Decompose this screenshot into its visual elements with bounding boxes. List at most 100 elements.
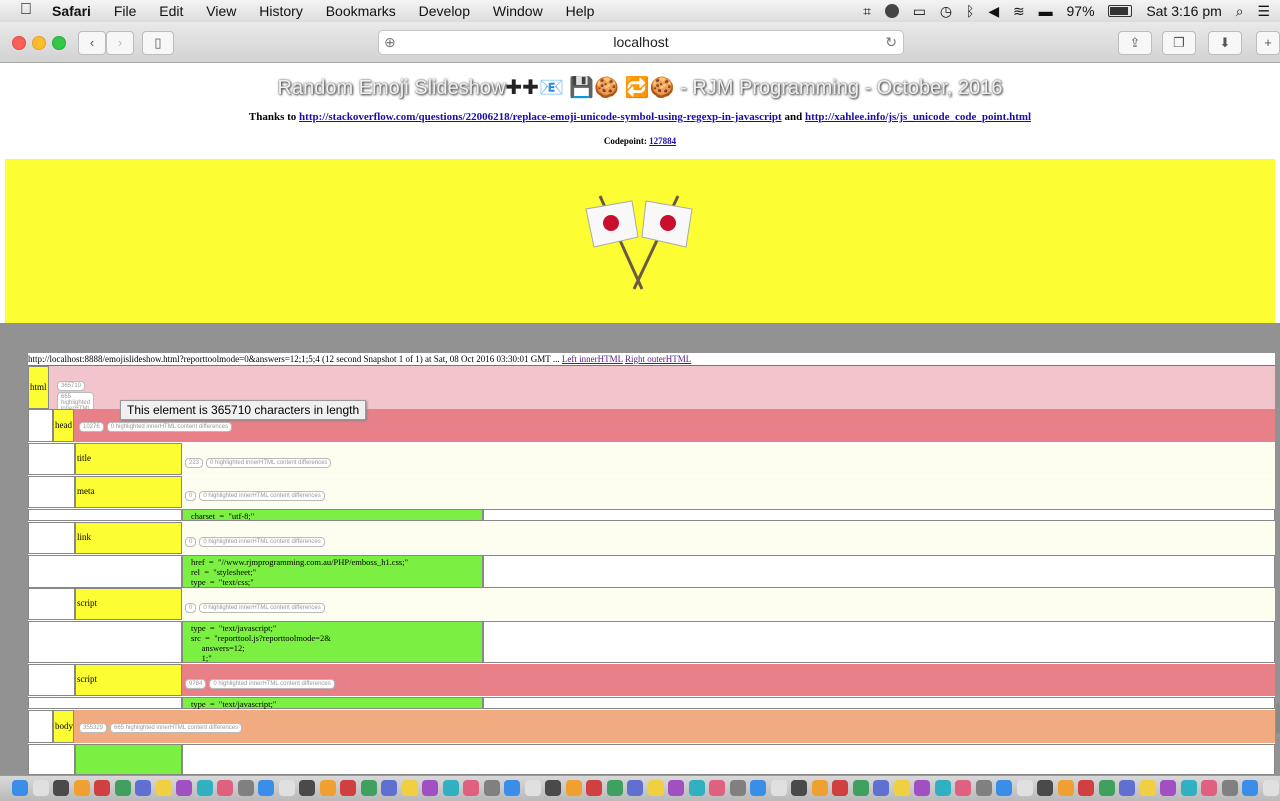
right-outerhtml-link[interactable]: Right outerHTML [625,354,691,364]
dock-app-icon[interactable] [196,780,213,796]
record-icon[interactable] [884,4,899,18]
back-button[interactable]: ‹ [78,31,106,55]
diff-badge[interactable]: 0 highlighted innerHTML content differen… [199,603,325,613]
menu-file[interactable]: File [114,3,137,19]
menu-window[interactable]: Window [493,3,543,19]
dock-app-icon[interactable] [114,780,131,796]
menu-help[interactable]: Help [566,3,595,19]
dock-app-icon[interactable] [627,780,643,796]
diff-badge[interactable]: 0 highlighted innerHTML content differen… [199,491,325,501]
zoom-window-button[interactable] [52,36,66,50]
url-text[interactable]: localhost [613,34,668,50]
dock-app-icon[interactable] [668,780,684,796]
diff-badge[interactable]: 0 highlighted innerHTML content differen… [206,458,332,468]
tag-label-html[interactable]: html [28,366,49,409]
dock-app-icon[interactable] [1242,780,1258,796]
dock-app-icon[interactable] [176,780,192,796]
share-icon[interactable]: ⇪ [1118,31,1152,55]
dock-app-icon[interactable] [94,780,110,796]
downloads-icon[interactable]: ⬇ [1208,31,1242,55]
add-bookmark-icon[interactable]: ⊕ [384,31,396,54]
length-badge[interactable]: 365710 [57,381,86,391]
dock-app-icon[interactable] [155,780,172,796]
dock-app-icon[interactable] [504,780,520,796]
dock-app-icon[interactable] [791,780,807,796]
menu-edit[interactable]: Edit [159,3,183,19]
xahlee-link[interactable]: http://xahlee.info/js/js_unicode_code_po… [805,111,1031,123]
diff-badge[interactable]: 0 highlighted innerHTML content differen… [199,537,325,547]
attribute-cell[interactable]: charset = "utf-8;" [182,509,483,521]
tag-label-script[interactable]: script [75,664,182,696]
battery-percent[interactable]: 97% [1067,3,1095,19]
sidebar-icon[interactable]: ▯ [142,31,174,55]
dock-app-icon[interactable] [463,780,479,796]
bluetooth-icon[interactable]: ᛒ [966,3,974,19]
dock-app-icon[interactable] [832,780,848,796]
menu-bookmarks[interactable]: Bookmarks [326,3,396,19]
diff-badge[interactable]: 0 highlighted innerHTML content differen… [209,679,335,689]
dock-app-icon[interactable] [53,780,69,796]
apple-menu-icon[interactable]:  [20,1,32,19]
battery-icon[interactable] [1108,5,1133,17]
dock-app-icon[interactable] [545,780,561,796]
dock-app-icon[interactable] [1139,780,1156,796]
codepoint-link[interactable]: 127884 [649,136,676,146]
left-innerhtml-link[interactable]: Left innerHTML [562,354,623,364]
dock-app-icon[interactable] [32,780,49,796]
new-tab-button[interactable]: + [1256,31,1280,55]
dock-app-icon[interactable] [258,780,274,796]
length-badge[interactable]: 355329 [79,723,108,733]
dock-app-icon[interactable] [975,780,992,796]
dock-app-icon[interactable] [1119,780,1135,796]
dock-app-icon[interactable] [524,780,541,796]
spotlight-icon[interactable]: ⌕ [1236,3,1244,20]
dock-app-icon[interactable] [934,780,951,796]
dock-app-icon[interactable] [360,780,377,796]
dock-app-icon[interactable] [422,780,438,796]
dock-app-icon[interactable] [647,780,664,796]
dock-app-icon[interactable] [299,780,315,796]
dock-app-icon[interactable] [12,780,28,796]
dock-app-icon[interactable] [1180,780,1197,796]
airplay-icon[interactable]: ▭ [913,3,926,20]
diff-badge[interactable]: 665 highlighted innerHTML content differ… [110,723,243,733]
dock-app-icon[interactable] [1098,780,1115,796]
dock-app-icon[interactable] [811,780,828,796]
attribute-cell[interactable]: href = "//www.rjmprogramming.com.au/PHP/… [182,555,483,588]
volume-icon[interactable]: ◀ [988,3,999,20]
dock-app-icon[interactable] [442,780,459,796]
tag-label-title[interactable]: title [75,443,182,475]
dock-app-icon[interactable] [340,780,356,796]
dock-app-icon[interactable] [852,780,869,796]
tag-label-meta[interactable]: meta [75,476,182,508]
length-badge[interactable]: 0 [185,603,197,613]
length-badge[interactable]: 0 [185,491,197,501]
dock-app-icon[interactable] [237,780,254,796]
wifi-icon[interactable]: ≋ [1013,3,1025,20]
dock-app-icon[interactable] [1221,780,1238,796]
dock-app-icon[interactable] [996,780,1012,796]
child-tag-cell[interactable] [75,744,182,775]
attribute-cell[interactable]: type = "text/javascript;" src = "reportt… [182,621,483,663]
attribute-cell[interactable]: type = "text/javascript;" [182,697,483,709]
dock-app-icon[interactable] [709,780,725,796]
dock-app-icon[interactable] [1057,780,1074,796]
dock-app-icon[interactable] [319,780,336,796]
menu-history[interactable]: History [259,3,303,19]
dock-app-icon[interactable] [1037,780,1053,796]
dock-app-icon[interactable] [565,780,582,796]
dock-app-icon[interactable] [483,780,500,796]
tag-label-script[interactable]: script [75,588,182,620]
menu-develop[interactable]: Develop [419,3,470,19]
dock-app-icon[interactable] [955,780,971,796]
dock-app-icon[interactable] [893,780,910,796]
dock-app-icon[interactable] [401,780,418,796]
dock-app-icon[interactable] [770,780,787,796]
tag-label-head[interactable]: head [53,409,74,442]
length-badge[interactable]: 223 [185,458,204,468]
reload-icon[interactable]: ↻ [885,31,897,54]
notification-center-icon[interactable]: ☰ [1257,3,1270,20]
grid-icon[interactable]: ⌗ [863,3,871,20]
tabs-overview-icon[interactable]: ❐ [1162,31,1196,55]
dock-app-icon[interactable] [278,780,295,796]
